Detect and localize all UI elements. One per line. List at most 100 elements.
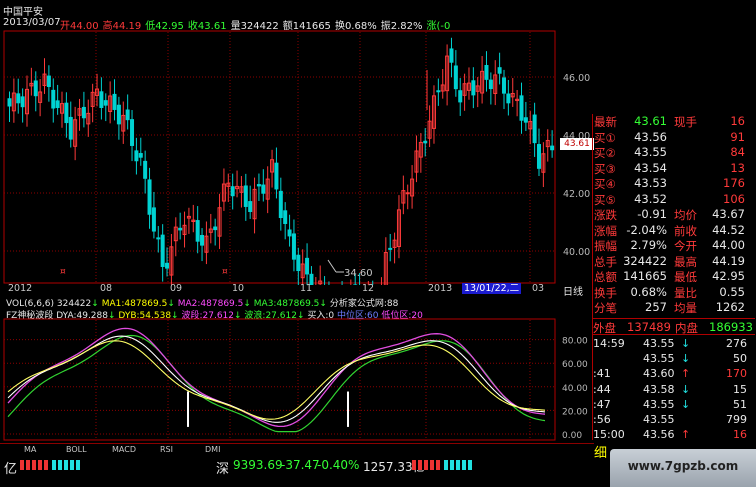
candle: [103, 93, 108, 122]
candle: [90, 83, 95, 123]
candle: [248, 185, 253, 219]
quote-cell-b: 43.61: [634, 114, 667, 128]
candle: [86, 99, 91, 137]
time-axis-label: 10: [232, 283, 245, 294]
quote-cell-b: 43.52: [634, 191, 667, 206]
candle: [81, 91, 86, 128]
candle: [480, 56, 485, 104]
quote-cell-b: 43.55: [634, 145, 667, 159]
quote-cell-c: 现手: [674, 115, 697, 129]
candle: [160, 224, 165, 282]
osc-tick-label: 20.00: [562, 407, 588, 417]
candle: [16, 78, 21, 114]
quote-cell-b: 141665: [623, 269, 667, 283]
quote-cell-d: 42.95: [712, 269, 745, 283]
candle: [296, 247, 301, 285]
quote-row: 买⑤ 43.52 106: [593, 192, 755, 208]
tick-price: 43.58: [643, 382, 675, 396]
osc-tick-label: 80.00: [562, 337, 588, 347]
period-label[interactable]: 日线: [563, 283, 583, 298]
watermark-text: www.7gpzb.com: [627, 459, 739, 473]
quote-cell-a: 总额: [594, 270, 617, 284]
candle: [51, 78, 56, 123]
indicator-tab[interactable]: RSI: [160, 445, 173, 454]
outer-inner-out_val: 137489: [627, 319, 671, 334]
tick-price: 43.60: [643, 367, 675, 381]
candle: [208, 213, 213, 244]
candle: [7, 91, 12, 122]
quote-cell-b: -2.04%: [626, 222, 667, 237]
candle: [143, 150, 148, 194]
quote-cell-d: 16: [730, 114, 745, 128]
tick-time: 14:59: [593, 337, 625, 350]
candlestick-chart[interactable]: 34.60 ¤ ¤: [0, 30, 594, 285]
candle: [265, 166, 270, 214]
indicator-tab[interactable]: BOLL: [66, 445, 87, 454]
candle: [287, 214, 292, 247]
candle: [519, 82, 524, 134]
tick-time: :41: [593, 367, 611, 381]
candle: [256, 173, 261, 201]
candle: [278, 177, 283, 231]
quote-cell-b: 2.79%: [630, 238, 667, 252]
candle: [401, 175, 406, 215]
quote-cell-b: 257: [645, 300, 667, 314]
tick-vol: 276: [726, 337, 747, 350]
candle: [431, 85, 436, 144]
candle: [418, 133, 423, 173]
candle: [550, 130, 555, 158]
quote-cell-b: 0.68%: [630, 284, 667, 299]
tick-price: 43.56: [643, 428, 675, 442]
candle: [270, 149, 275, 188]
quote-cell-a: 买②: [594, 146, 616, 160]
candle: [191, 204, 196, 233]
candle: [213, 218, 218, 246]
quote-cell-d: 1262: [715, 300, 745, 314]
market-change: -37.47: [281, 458, 320, 472]
candle: [151, 191, 156, 239]
candle: [226, 173, 231, 203]
quote-cell-d: 0.55: [719, 284, 745, 299]
candle: [493, 60, 498, 106]
candle: [449, 37, 454, 78]
quote-cell-c: 前收: [674, 223, 697, 238]
indicator-tab[interactable]: DMI: [205, 445, 220, 454]
indicator-tab[interactable]: MACD: [112, 445, 136, 454]
candle: [475, 77, 480, 108]
candle: [138, 137, 143, 166]
candle: [532, 102, 537, 157]
time-axis-label: 12: [362, 283, 375, 294]
quote-cell-c: 均量: [674, 301, 697, 315]
market-label: 深: [216, 462, 230, 477]
candle: [46, 65, 51, 102]
oscillator-chart[interactable]: 80.00 60.00 40.00 20.00 0.00: [0, 318, 594, 442]
candle: [147, 167, 152, 229]
tick-arrow: ↓: [681, 337, 691, 350]
candle: [178, 212, 183, 240]
candle: [383, 237, 388, 285]
candle: [501, 69, 506, 110]
quote-cell-c: 最低: [674, 270, 697, 284]
tick-vol: 51: [733, 397, 747, 411]
quote-cell-a: 分笔: [594, 301, 617, 315]
tick-price: 43.55: [643, 352, 675, 366]
candle: [484, 51, 489, 92]
candle: [20, 88, 25, 123]
quote-cell-b: -0.91: [637, 207, 667, 221]
time-axis-label: 09: [170, 283, 183, 294]
candle: [536, 128, 541, 176]
indicator-tab[interactable]: MA: [24, 445, 36, 454]
candle: [471, 67, 476, 109]
candle: [291, 219, 296, 272]
detail-tab[interactable]: 细: [594, 442, 607, 461]
quote-row: 买④ 43.53 176: [593, 176, 755, 192]
candle: [42, 58, 47, 94]
price-tick-label: 42.00: [563, 189, 590, 200]
tick-arrow: ↑: [681, 428, 691, 442]
quote-row: 涨跌 -0.91 均价 43.67: [593, 207, 755, 223]
indicator-tab-bar: MA BOLL MACD RSI DMI: [0, 443, 594, 456]
osc-tick-label: 0.00: [562, 431, 582, 441]
candle: [243, 173, 248, 221]
candle: [506, 79, 511, 116]
quote-row: 分笔 257 均量 1262: [593, 300, 755, 316]
